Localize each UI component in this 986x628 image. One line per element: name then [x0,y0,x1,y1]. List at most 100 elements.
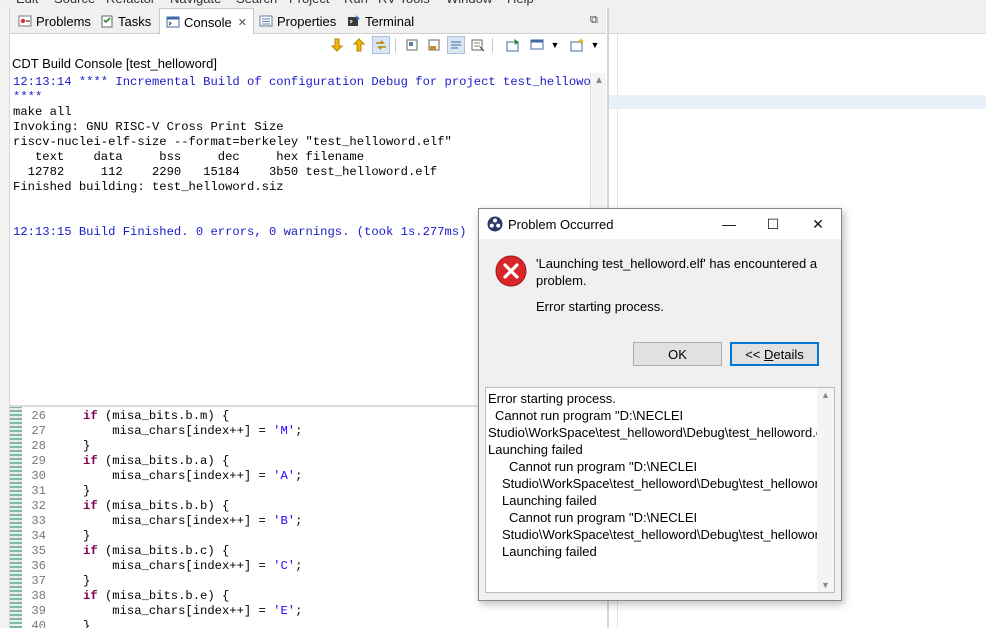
code-line: 28} [22,439,90,454]
tab-label: Tasks [118,13,152,29]
line-number: 26 [31,409,46,423]
scroll-up-icon[interactable]: ▲ [594,75,604,86]
console-line: 12:13:15 Build Finished. 0 errors, 0 war… [13,225,467,239]
code-text: } [83,484,91,498]
previous-error-icon[interactable] [350,36,368,54]
code-string: 'M' [273,424,296,438]
open-console-icon[interactable] [568,36,586,54]
code-line: 32 if (misa_bits.b.b) { [22,499,229,514]
line-number: 27 [31,424,46,438]
code-line: 27 misa_chars[index++] = 'M'; [22,424,302,439]
terminal-icon [348,15,360,26]
copy-build-log-icon[interactable] [403,36,421,54]
tab-label: Problems [36,13,91,29]
scroll-lock-icon[interactable] [447,36,465,54]
tasks-icon [101,15,113,28]
menu-item-window[interactable]: Window [446,0,492,6]
menu-item-edit[interactable]: Edit [16,0,38,6]
tab-properties[interactable]: Properties [253,8,342,34]
code-text: } [83,529,91,543]
line-number: 37 [31,574,46,588]
menu-item-navigate[interactable]: Navigate [170,0,221,6]
tab-terminal[interactable]: Terminal [341,8,420,34]
pin-console-icon[interactable] [504,36,522,54]
code-line: 39 misa_chars[index++] = 'E'; [22,604,302,619]
maximize-button[interactable]: ☐ [759,213,787,235]
minimize-button[interactable]: — [715,213,743,235]
console-toolbar: ▼ ▼ [10,34,606,56]
code-string: 'B' [273,514,296,528]
line-number: 39 [31,604,46,618]
details-text: Error starting process. Cannot run progra… [488,390,835,560]
link-with-editor-icon[interactable] [372,36,390,54]
console-line: make all [13,105,72,119]
view-tab-bar: Problems Tasks Console ✕ Properties Term… [10,8,606,35]
scroll-up-icon[interactable]: ▲ [821,390,830,400]
menu-item-search[interactable]: Search [236,0,277,6]
scroll-down-icon[interactable]: ▼ [821,580,830,590]
menu-bar: Edit Source Refactor Navigate Search Project R… [0,0,986,8]
details-line: Cannot run program "D:\NECLEI Studio\Wor… [502,459,835,508]
code-keyword: if [83,454,98,468]
details-button[interactable]: << Details [730,342,819,366]
ok-button[interactable]: OK [633,342,722,366]
menu-item-help[interactable]: Help [507,0,534,6]
code-keyword: if [83,544,98,558]
current-line-highlight [609,95,986,109]
clear-console-icon[interactable] [469,36,487,54]
console-line: 12:13:14 **** Incremental Build of confi… [13,75,606,89]
menu-item-run[interactable]: Run [344,0,368,6]
code-text: misa_chars[index++] = [112,604,274,618]
close-icon[interactable]: ✕ [238,16,247,29]
line-number: 32 [31,499,46,513]
code-line: 30 misa_chars[index++] = 'A'; [22,469,302,484]
display-selected-console-icon[interactable] [528,36,546,54]
tab-tasks[interactable]: Tasks [94,8,157,34]
details-scrollbar[interactable]: ▲ ▼ [817,388,834,592]
code-line: 40} [22,619,90,628]
code-text: misa_chars[index++] = [112,469,274,483]
code-string: 'E' [273,604,296,618]
code-text: } [83,619,91,628]
details-mnemonic: D [764,346,774,362]
console-line: 12782 112 2290 15184 3b50 test_helloword… [13,165,438,179]
code-text: ; [295,604,303,618]
details-line: Cannot run program "D:\NECLEI Studio\Wor… [502,510,835,559]
tab-problems[interactable]: Problems [12,8,97,34]
code-line: 29 if (misa_bits.b.a) { [22,454,229,469]
line-number: 34 [31,529,46,543]
line-number: 28 [31,439,46,453]
code-text: ; [295,469,303,483]
code-text: (misa_bits.b.a) { [97,454,230,468]
code-line: 36 misa_chars[index++] = 'C'; [22,559,302,574]
chevron-down-icon[interactable]: ▼ [546,36,564,54]
menu-item-refactor[interactable]: Refactor [106,0,155,6]
code-text: misa_chars[index++] = [112,559,274,573]
code-text: misa_chars[index++] = [112,514,274,528]
code-text: (misa_bits.b.m) { [97,409,230,423]
chevron-down-icon[interactable]: ▼ [586,36,604,54]
menu-item-rv-tools[interactable]: RV-Tools [378,0,430,6]
problem-dialog: Problem Occurred — ☐ ✕ 'Launching test_h… [478,208,842,601]
console-line: text data bss dec hex filename [13,150,365,164]
menu-item-project[interactable]: Project [289,0,329,6]
tab-console[interactable]: Console ✕ [159,8,254,35]
left-edge-strip [0,8,10,628]
app-logo-icon [487,216,503,232]
close-button[interactable]: ✕ [804,213,832,235]
details-prefix: << [745,346,765,362]
dialog-message: 'Launching test_helloword.elf' has encou… [536,256,818,288]
line-number: 38 [31,589,46,603]
maximize-icon[interactable]: ⧉ [590,14,598,27]
save-log-icon[interactable] [425,36,443,54]
menu-item-source[interactable]: Source [54,0,95,6]
code-text: (misa_bits.b.c) { [97,544,230,558]
details-textarea[interactable]: Error starting process. Cannot run progra… [485,387,835,593]
code-line: 31} [22,484,90,499]
code-line: 37} [22,574,90,589]
next-error-icon[interactable] [328,36,346,54]
code-keyword: if [83,589,98,603]
